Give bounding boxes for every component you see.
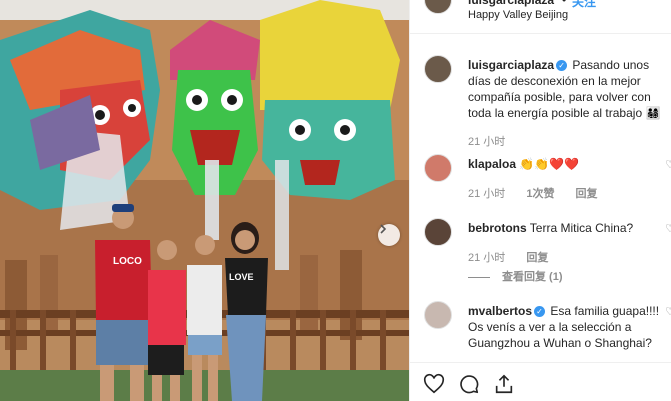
header-username[interactable]: luisgarciaplaza bbox=[468, 0, 554, 7]
caption-text-block: luisgarciaplaza ✓ Pasando unos días de de… bbox=[468, 57, 664, 121]
post-photo[interactable]: LOCO LOVE bbox=[0, 0, 409, 401]
comment-text-block: klapaloa 👏👏❤️❤️ bbox=[468, 156, 664, 172]
reply-button[interactable]: 回复 bbox=[576, 188, 598, 200]
comment-username[interactable]: klapaloa bbox=[468, 157, 516, 171]
avatar[interactable] bbox=[424, 154, 452, 182]
chevron-right-icon bbox=[380, 224, 387, 234]
post-sidebar: luisgarciaplaza • 关注 Happy Valley Beijin… bbox=[409, 0, 671, 401]
comment-meta: 21 小时 回复 bbox=[468, 249, 566, 265]
verified-icon: ✓ bbox=[556, 60, 568, 72]
comment-text: 👏👏❤️❤️ bbox=[516, 157, 580, 171]
avatar[interactable] bbox=[424, 218, 452, 246]
photo-scene bbox=[0, 0, 409, 401]
comment-like-icon[interactable]: ♡ bbox=[665, 222, 671, 235]
location-link[interactable]: Happy Valley Beijing bbox=[468, 9, 568, 21]
caption-time: 21 小时 bbox=[468, 136, 506, 148]
comment-text-block: mvalbertos ✓ Esa familia guapa!!!! Os ven… bbox=[468, 303, 664, 351]
shirt-logo-text: LOCO bbox=[113, 256, 142, 267]
caption: luisgarciaplaza ✓ Pasando unos días de de… bbox=[410, 55, 671, 155]
comment-username[interactable]: mvalbertos bbox=[468, 304, 532, 318]
view-replies-button[interactable]: 查看回复 (1) bbox=[468, 268, 563, 284]
comment-username[interactable]: bebrotons bbox=[468, 221, 527, 235]
comment-item: klapaloa 👏👏❤️❤️ ♡ 21 小时 1次赞 回复 bbox=[410, 154, 671, 202]
header-dot: • bbox=[562, 0, 567, 7]
heart-icon[interactable] bbox=[423, 373, 445, 395]
comment-like-icon[interactable]: ♡ bbox=[665, 158, 671, 171]
comment-text: Terra Mitica China? bbox=[526, 221, 634, 235]
comment-text-block: bebrotons Terra Mitica China? bbox=[468, 220, 664, 236]
view-replies-label: 查看回复 (1) bbox=[502, 271, 563, 283]
post-header: luisgarciaplaza • 关注 Happy Valley Beijin… bbox=[410, 0, 671, 34]
replies-divider bbox=[468, 276, 490, 278]
shirt-love-text: LOVE bbox=[229, 272, 254, 282]
verified-icon: ✓ bbox=[534, 306, 546, 318]
comment-like-icon[interactable]: ♡ bbox=[665, 305, 671, 318]
comment-icon[interactable] bbox=[458, 373, 480, 395]
comment-time: 21 小时 bbox=[468, 252, 506, 264]
comment-item: bebrotons Terra Mitica China? ♡ 21 小时 回复… bbox=[410, 218, 671, 288]
action-bar bbox=[410, 362, 671, 401]
avatar[interactable] bbox=[424, 55, 452, 83]
follow-button[interactable]: 关注 bbox=[572, 0, 596, 10]
avatar[interactable] bbox=[424, 301, 452, 329]
caption-username[interactable]: luisgarciaplaza bbox=[468, 58, 554, 72]
comment-likes[interactable]: 1次赞 bbox=[526, 188, 554, 200]
caption-meta: 21 小时 bbox=[468, 133, 523, 149]
share-icon[interactable] bbox=[493, 373, 515, 395]
avatar[interactable] bbox=[424, 0, 452, 14]
comment-meta: 21 小时 1次赞 回复 bbox=[468, 185, 616, 201]
comment-item: mvalbertos ✓ Esa familia guapa!!!! Os ven… bbox=[410, 301, 671, 363]
comment-time: 21 小时 bbox=[468, 188, 506, 200]
carousel-next-button[interactable] bbox=[378, 224, 400, 246]
reply-button[interactable]: 回复 bbox=[526, 252, 548, 264]
